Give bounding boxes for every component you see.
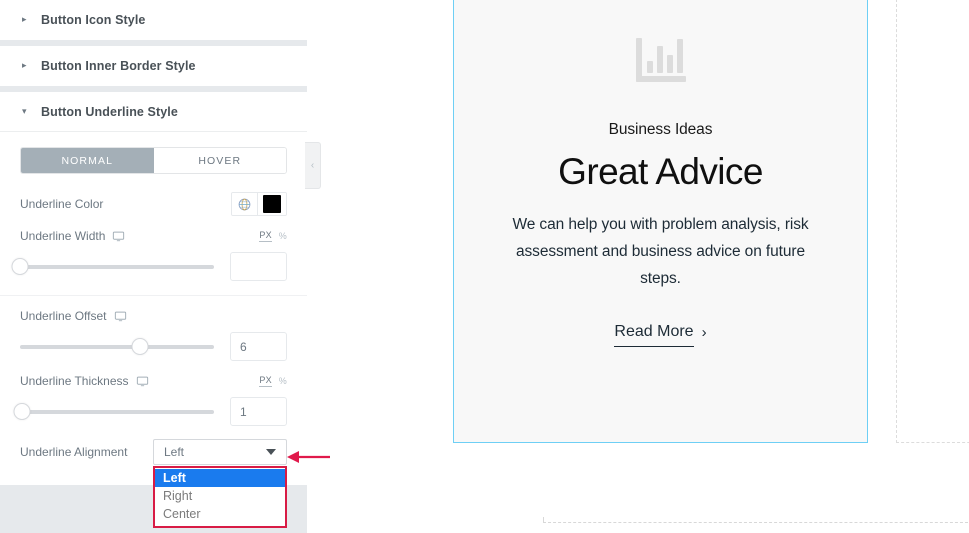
style-panel-scroll: ▸ Button Icon Style ▸ Button Inner Borde…: [0, 0, 307, 528]
control-divider: [0, 295, 307, 296]
underline-color-label: Underline Color: [20, 197, 231, 211]
label-text: Underline Alignment: [20, 445, 128, 459]
section-header-button-icon-style[interactable]: ▸ Button Icon Style: [0, 0, 307, 40]
underline-offset-input[interactable]: 6: [230, 332, 287, 361]
control-underline-thickness: Underline Thickness PX % 1: [13, 374, 287, 426]
section-body-button-underline-style: NORMAL HOVER Underline Color Underline W…: [0, 132, 307, 528]
control-underline-alignment: Underline Alignment Left Left Right Cent…: [20, 439, 287, 528]
desktop-icon[interactable]: [114, 310, 127, 323]
tab-normal[interactable]: NORMAL: [21, 148, 154, 173]
slider-knob[interactable]: [131, 337, 149, 355]
unit-px[interactable]: PX: [259, 375, 272, 387]
selected-value: Left: [164, 445, 185, 459]
read-more-label: Read More: [614, 323, 694, 347]
app-root: ▸ Button Icon Style ▸ Button Inner Borde…: [0, 0, 969, 533]
chevron-down-icon: ▾: [22, 106, 27, 116]
color-swatch-button[interactable]: [258, 193, 286, 215]
card-eyebrow: Business Ideas: [608, 121, 713, 138]
section-button-underline-style: ▾ Button Underline Style NORMAL HOVER Un…: [0, 92, 307, 528]
layout-placeholder-column: [896, 0, 969, 443]
underline-width-slider[interactable]: [11, 257, 214, 277]
control-underline-offset: Underline Offset 6: [20, 309, 287, 361]
slider-track: [20, 344, 214, 349]
section-header-button-inner-border-style[interactable]: ▸ Button Inner Border Style: [0, 46, 307, 86]
underline-alignment-label: Underline Alignment: [20, 445, 153, 459]
underline-thickness-label: Underline Thickness: [20, 374, 259, 388]
label-text: Underline Color: [20, 197, 104, 211]
panel-collapse-handle[interactable]: ‹: [305, 142, 321, 189]
option-center[interactable]: Center: [155, 505, 285, 523]
color-swatch: [263, 195, 281, 213]
tab-hover[interactable]: HOVER: [153, 148, 286, 173]
section-title: Button Icon Style: [41, 12, 146, 27]
desktop-icon[interactable]: [112, 230, 125, 243]
underline-alignment-select-wrap: Left Left Right Center: [153, 439, 287, 528]
underline-color-picker: [231, 192, 287, 216]
underline-thickness-input[interactable]: 1: [230, 397, 287, 426]
section-button-icon-style: ▸ Button Icon Style: [0, 0, 307, 40]
preview-canvas: Business Ideas Great Advice We can help …: [307, 0, 969, 533]
underline-thickness-units: PX %: [259, 375, 287, 387]
underline-width-label: Underline Width: [20, 229, 259, 243]
slider-knob[interactable]: [13, 402, 31, 420]
chevron-left-icon: ‹: [310, 160, 315, 171]
preview-card[interactable]: Business Ideas Great Advice We can help …: [453, 0, 868, 443]
globe-icon[interactable]: [232, 193, 258, 215]
label-text: Underline Offset: [20, 309, 107, 323]
unit-percent[interactable]: %: [279, 376, 287, 386]
unit-percent[interactable]: %: [279, 231, 287, 241]
section-title: Button Inner Border Style: [41, 58, 196, 73]
underline-offset-slider[interactable]: [20, 337, 214, 357]
state-tabs: NORMAL HOVER: [20, 147, 287, 174]
layout-guide-line: [543, 522, 969, 523]
option-left[interactable]: Left: [155, 469, 285, 487]
slider-track: [20, 409, 214, 414]
underline-thickness-slider[interactable]: [13, 402, 214, 422]
underline-width-units: PX %: [259, 230, 287, 242]
desktop-icon[interactable]: [136, 375, 149, 388]
slider-knob[interactable]: [11, 257, 29, 275]
bar-chart-icon: [634, 36, 688, 89]
slider-track: [20, 264, 214, 269]
card-description: We can help you with problem analysis, r…: [512, 216, 809, 287]
chevron-right-icon: ▸: [22, 60, 27, 70]
section-title: Button Underline Style: [41, 104, 178, 119]
caret-down-icon: [266, 449, 276, 455]
chevron-right-icon: ▸: [22, 14, 27, 24]
option-right[interactable]: Right: [155, 487, 285, 505]
card-title: Great Advice: [558, 151, 763, 192]
style-panel: ▸ Button Icon Style ▸ Button Inner Borde…: [0, 0, 307, 533]
control-underline-width: Underline Width PX %: [11, 229, 287, 281]
underline-offset-label: Underline Offset: [20, 309, 287, 323]
read-more-button[interactable]: Read More ›: [614, 323, 707, 347]
chevron-right-icon: ›: [701, 323, 707, 341]
control-underline-color: Underline Color: [20, 192, 287, 216]
underline-alignment-options: Left Right Center: [153, 466, 287, 528]
underline-width-input[interactable]: [230, 252, 287, 281]
label-text: Underline Thickness: [20, 374, 129, 388]
section-header-button-underline-style[interactable]: ▾ Button Underline Style: [0, 92, 307, 132]
unit-px[interactable]: PX: [259, 230, 272, 242]
underline-alignment-select[interactable]: Left: [153, 439, 287, 465]
label-text: Underline Width: [20, 229, 106, 243]
section-button-inner-border-style: ▸ Button Inner Border Style: [0, 46, 307, 86]
